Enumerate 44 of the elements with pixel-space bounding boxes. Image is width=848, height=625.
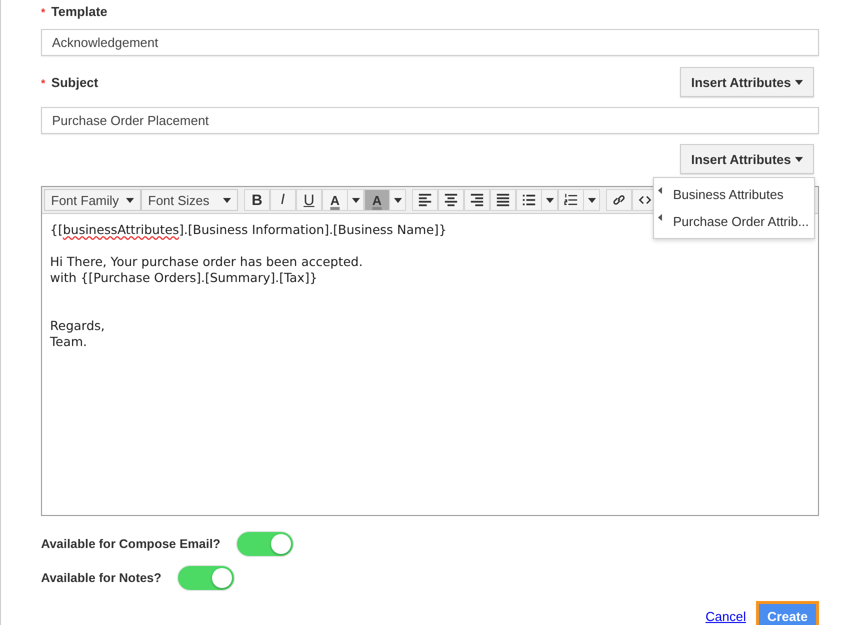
justify-icon[interactable] (496, 193, 510, 207)
input-field[interactable]: Acknowledgement (41, 29, 819, 56)
required-mark: * (41, 7, 46, 19)
toggle-label: Available for Notes? (41, 571, 162, 585)
toggle-switch[interactable] (236, 531, 294, 557)
caret-icon (223, 198, 231, 202)
menu-item[interactable]: Purchase Order Attrib... (654, 208, 814, 235)
field-label: Subject (51, 74, 98, 90)
text-line: Regards, (50, 318, 106, 334)
caret-icon (352, 198, 360, 202)
toggle-switch[interactable] (177, 565, 236, 591)
align-left-icon[interactable] (418, 193, 432, 207)
align-center-icon[interactable] (444, 193, 458, 207)
cancel-link[interactable]: Cancel (706, 609, 746, 624)
italic-button[interactable]: I (270, 189, 296, 211)
required-mark: * (41, 78, 46, 90)
toggle-label: Available for Compose Email? (41, 537, 220, 551)
background-color-button[interactable]: A (364, 189, 390, 211)
field-label: Template (51, 4, 108, 19)
link-icon[interactable] (612, 193, 626, 207)
caret-icon (126, 198, 134, 202)
dropdown[interactable]: Font Sizes (141, 189, 238, 211)
numbered-list-icon[interactable] (564, 193, 578, 207)
caret-icon (795, 80, 803, 84)
text-color-button[interactable]: A (322, 189, 348, 211)
insert-attributes-button[interactable]: Insert Attributes (680, 144, 814, 174)
align-right-icon[interactable] (470, 193, 484, 207)
caret-icon (588, 198, 596, 202)
dropdown[interactable]: Font Family (44, 189, 141, 211)
underline-button[interactable]: U (296, 189, 322, 211)
text-line: Team. (50, 334, 88, 350)
caret-icon (394, 198, 402, 202)
input-field[interactable]: Purchase Order Placement (41, 107, 819, 134)
bold-button[interactable]: B (244, 189, 270, 211)
text-line: {[businessAttributes].[Business Information].[Business Name]} (50, 222, 448, 238)
bullet-list-icon[interactable] (522, 193, 536, 207)
caret-icon (658, 214, 662, 221)
insert-attributes-button[interactable]: Insert Attributes (680, 67, 814, 97)
text-line: with {[Purchase Orders].[Summary].[Tax]} (50, 270, 318, 286)
code-icon[interactable] (638, 193, 652, 207)
caret-icon (795, 156, 803, 162)
text-line: Hi There, Your purchase order has been accepted. (50, 254, 364, 270)
caret-icon (658, 187, 662, 194)
caret-icon (546, 198, 554, 202)
